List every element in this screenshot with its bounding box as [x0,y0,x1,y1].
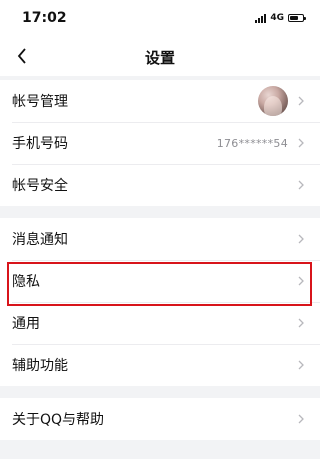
notifications-label: 消息通知 [12,232,68,248]
phone-number-label: 手机号码 [12,136,68,152]
phone-number-row[interactable]: 手机号码 176******54 [0,122,320,164]
privacy-row[interactable]: 隐私 [0,260,320,302]
account-management-row[interactable]: 帐号管理 [0,80,320,122]
accessibility-label: 辅助功能 [12,358,68,374]
chevron-right-icon [298,95,306,107]
chevron-right-icon [298,137,306,149]
chevron-right-icon [298,275,306,287]
battery-icon [288,14,306,22]
account-management-label: 帐号管理 [12,94,68,110]
about-help-label: 关于QQ与帮助 [12,412,105,428]
privacy-label: 隐私 [12,274,40,290]
account-security-row[interactable]: 帐号安全 [0,164,320,206]
nav-bar: 设置 [0,36,320,76]
status-indicators: 4G [255,12,306,24]
chevron-right-icon [298,233,306,245]
chevron-right-icon [298,413,306,425]
avatar [258,86,288,116]
about-group: 关于QQ与帮助 [0,398,320,440]
page-title: 设置 [144,49,175,67]
accessibility-row[interactable]: 辅助功能 [0,344,320,386]
general-row[interactable]: 通用 [0,302,320,344]
account-security-label: 帐号安全 [12,178,68,194]
status-bar: 17:02 4G [0,0,320,36]
network-type: 4G [270,13,284,23]
chevron-right-icon [298,179,306,191]
account-settings-group: 帐号管理 手机号码 176******54 帐号安全 [0,80,320,206]
chevron-right-icon [298,359,306,371]
general-settings-group: 消息通知 隐私 通用 辅助功能 [0,218,320,386]
about-help-row[interactable]: 关于QQ与帮助 [0,398,320,440]
signal-icon [255,13,267,23]
phone-number-value: 176******54 [216,136,288,150]
chevron-right-icon [298,317,306,329]
status-time: 17:02 [22,10,67,26]
general-label: 通用 [12,316,40,332]
notifications-row[interactable]: 消息通知 [0,218,320,260]
